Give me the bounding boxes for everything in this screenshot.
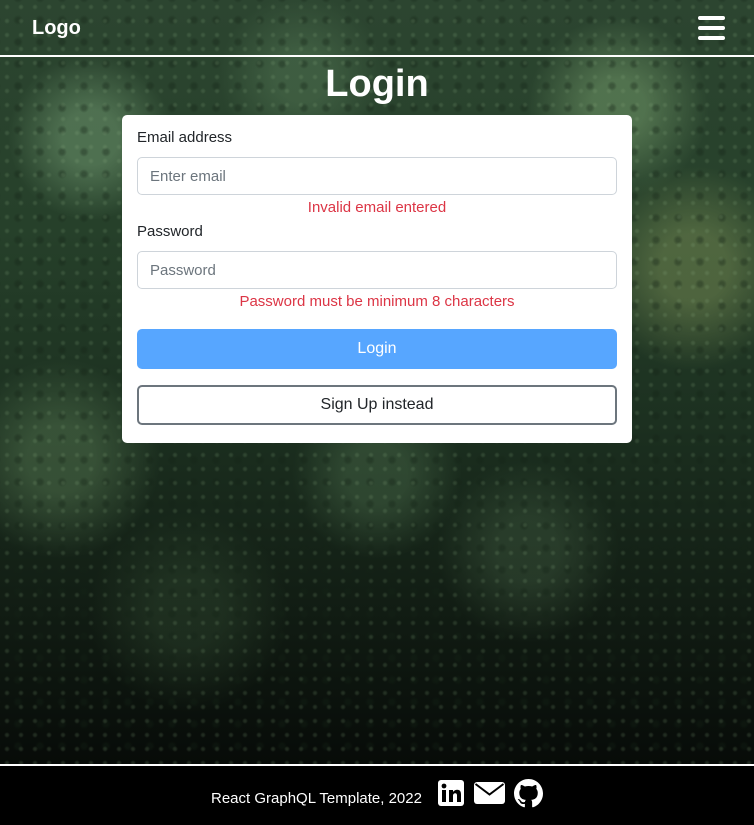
hamburger-menu-icon[interactable]	[698, 16, 725, 40]
login-button[interactable]: Login	[137, 329, 617, 369]
footer: React GraphQL Template, 2022	[0, 764, 754, 825]
github-icon[interactable]	[514, 779, 543, 813]
navbar: Logo	[0, 0, 754, 57]
envelope-icon[interactable]	[474, 782, 505, 809]
logo[interactable]: Logo	[32, 17, 81, 40]
footer-text: React GraphQL Template, 2022	[211, 790, 422, 807]
password-label: Password	[137, 223, 203, 240]
login-card: Email address Invalid email entered Pass…	[122, 115, 632, 443]
email-label: Email address	[137, 129, 233, 146]
password-error: Password must be minimum 8 characters	[239, 293, 515, 310]
linkedin-icon[interactable]	[438, 780, 464, 811]
email-error: Invalid email entered	[307, 199, 447, 216]
password-field[interactable]	[137, 251, 617, 289]
signup-button[interactable]: Sign Up instead	[137, 385, 617, 425]
email-field[interactable]	[137, 157, 617, 195]
page-title: Login	[325, 63, 429, 105]
